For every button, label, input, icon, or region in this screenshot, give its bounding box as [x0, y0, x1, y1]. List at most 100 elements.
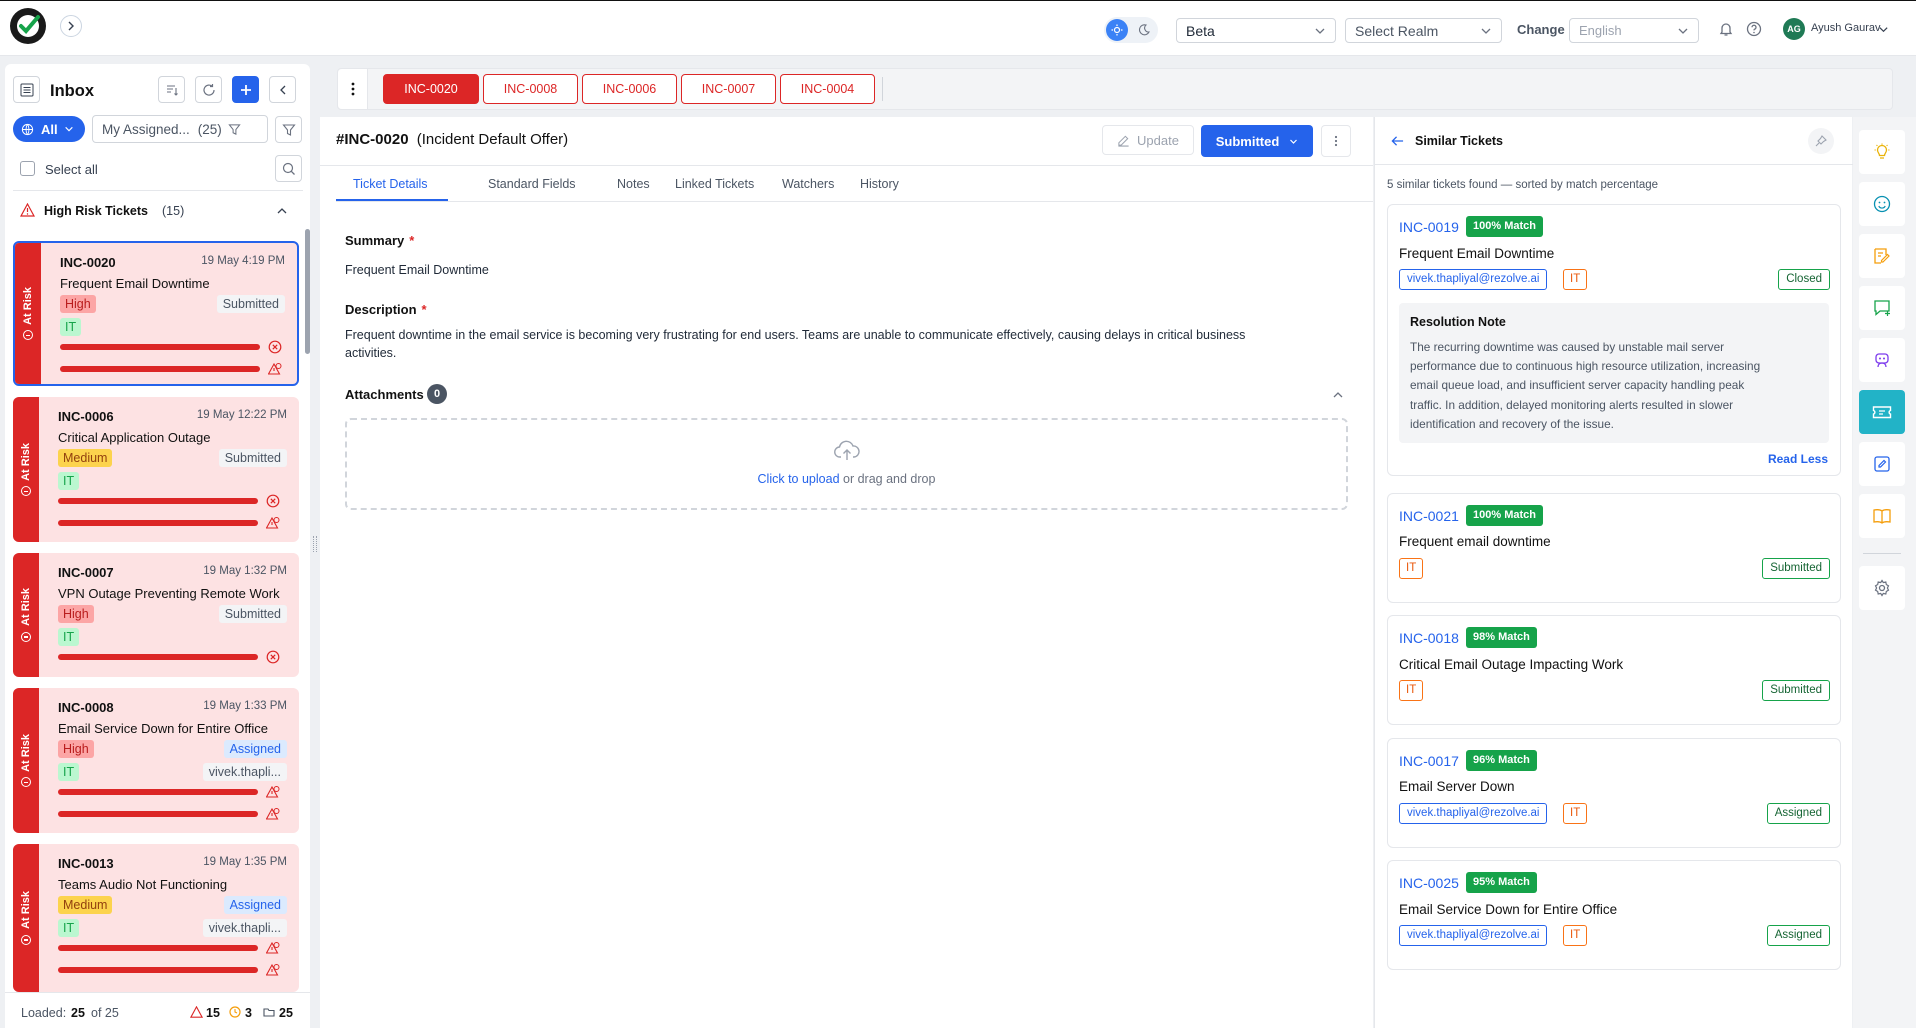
sidebar-footer: Loaded: 25 of 25 15 3 25: [5, 992, 310, 1028]
ticket-card[interactable]: At Risk INC-0008 19 May 1:33 PM Email Se…: [13, 688, 299, 833]
environment-select[interactable]: Beta: [1176, 18, 1336, 43]
filter-clear-icon: [281, 123, 296, 136]
status-dropdown-button[interactable]: Submitted: [1201, 125, 1313, 157]
similar-ticket-id[interactable]: INC-0025: [1399, 875, 1459, 891]
filter-all-label: All: [41, 121, 58, 137]
expand-nav-button[interactable]: [60, 15, 82, 37]
resolution-title: Resolution Note: [1410, 315, 1506, 329]
update-button[interactable]: Update: [1102, 125, 1194, 155]
open-tickets-tabbar: INC-0020 INC-0008 INC-0006 INC-0007 INC-…: [337, 68, 1893, 110]
user-name[interactable]: Ayush Gaurav: [1811, 22, 1881, 34]
menu-button[interactable]: [13, 76, 40, 103]
gear-icon: [1874, 579, 1890, 597]
at-risk-strip: At Risk: [13, 844, 39, 992]
similar-ticket-id[interactable]: INC-0017: [1399, 753, 1459, 769]
refresh-button[interactable]: [195, 76, 222, 103]
rail-knowledge-button[interactable]: [1859, 494, 1905, 538]
at-risk-label: At Risk: [20, 733, 32, 772]
similar-ticket-card[interactable]: INC-0025 95% Match Email Service Down fo…: [1387, 860, 1841, 970]
robot-icon: [1875, 353, 1889, 368]
similar-ticket-title: Email Service Down for Entire Office: [1399, 902, 1618, 917]
rail-insights-button[interactable]: [1859, 130, 1905, 174]
read-less-link[interactable]: Read Less: [1768, 452, 1828, 466]
bell-icon[interactable]: [1718, 21, 1734, 37]
subtab-watchers[interactable]: Watchers: [782, 177, 834, 191]
match-badge: 100% Match: [1466, 505, 1543, 526]
kebab-icon: [1334, 135, 1338, 147]
user-avatar[interactable]: AG: [1783, 18, 1805, 40]
rail-settings-button[interactable]: [1859, 566, 1905, 610]
more-actions-button[interactable]: [1321, 125, 1351, 157]
pin-button[interactable]: [1808, 128, 1834, 154]
filter-all-dropdown[interactable]: All: [13, 116, 85, 142]
select-all-checkbox[interactable]: [20, 161, 35, 176]
ticket-card[interactable]: At Risk INC-0006 19 May 12:22 PM Critica…: [13, 397, 299, 542]
upload-dropzone[interactable]: Click to upload or drag and drop: [345, 418, 1348, 510]
my-assigned-filter[interactable]: My Assigned... (25): [92, 115, 268, 143]
arrow-left-icon[interactable]: [1391, 135, 1404, 147]
similar-ticket-id[interactable]: INC-0019: [1399, 219, 1459, 235]
rail-ai-agent-button[interactable]: [1859, 338, 1905, 382]
rail-sentiment-button[interactable]: [1859, 182, 1905, 226]
ticket-date: 19 May 1:32 PM: [203, 565, 287, 577]
globe-icon: [21, 123, 34, 135]
subtab-ticket-details[interactable]: Ticket Details: [353, 177, 428, 191]
rail-notes-button[interactable]: [1859, 234, 1905, 278]
language-select[interactable]: English: [1569, 18, 1699, 43]
tab-inc-0006[interactable]: INC-0006: [582, 74, 677, 104]
chevron-down-icon[interactable]: [1878, 24, 1889, 35]
rail-similar-tickets-button[interactable]: [1859, 390, 1905, 434]
add-ticket-button[interactable]: [232, 76, 259, 103]
similar-ticket-card[interactable]: INC-0018 98% Match Critical Email Outage…: [1387, 615, 1841, 725]
rail-edit-button[interactable]: [1859, 442, 1905, 486]
loaded-total: of 25: [91, 1006, 119, 1020]
escalation-warning-icon: [266, 785, 280, 798]
help-icon[interactable]: [1746, 21, 1762, 37]
collapse-sidebar-button[interactable]: [269, 76, 296, 103]
high-risk-group-header[interactable]: High Risk Tickets (15): [20, 200, 300, 224]
app-logo[interactable]: [10, 8, 46, 44]
chevron-up-icon[interactable]: [1332, 389, 1344, 401]
search-button[interactable]: [275, 155, 302, 182]
upload-rest: or drag and drop: [843, 472, 936, 486]
category-badge: IT: [1563, 269, 1588, 290]
kebab-icon: [351, 82, 354, 96]
upload-link[interactable]: Click to upload: [758, 472, 840, 486]
ticket-card[interactable]: At Risk INC-0020 19 May 4:19 PM Frequent…: [13, 241, 299, 386]
ticket-title: Teams Audio Not Functioning: [58, 877, 228, 892]
resize-handle[interactable]: [313, 536, 317, 552]
subtab-linked-tickets[interactable]: Linked Tickets: [675, 177, 754, 191]
subtab-notes[interactable]: Notes: [617, 177, 650, 191]
attachments-label: Attachments: [345, 387, 424, 402]
tab-inc-0004[interactable]: INC-0004: [780, 74, 875, 104]
top-bar: Beta Select Realm Change English AG Ayus…: [0, 0, 1916, 56]
scrollbar-thumb[interactable]: [305, 229, 310, 354]
x-circle-icon: [266, 494, 280, 508]
chevron-down-icon: [1678, 28, 1688, 34]
sort-button[interactable]: [158, 76, 185, 103]
subtab-history[interactable]: History: [860, 177, 899, 191]
realm-placeholder: Select Realm: [1355, 22, 1439, 39]
similar-ticket-card[interactable]: INC-0017 96% Match Email Server Down viv…: [1387, 738, 1841, 848]
ticket-card[interactable]: At Risk INC-0007 19 May 1:32 PM VPN Outa…: [13, 553, 299, 677]
similar-ticket-card[interactable]: INC-0021 100% Match Frequent email downt…: [1387, 493, 1841, 603]
similar-ticket-id[interactable]: INC-0021: [1399, 508, 1459, 524]
realm-select[interactable]: Select Realm: [1345, 18, 1502, 43]
similar-ticket-card[interactable]: INC-0019 100% Match Frequent Email Downt…: [1387, 204, 1841, 476]
similar-ticket-id[interactable]: INC-0018: [1399, 630, 1459, 646]
tab-inc-0007[interactable]: INC-0007: [681, 74, 776, 104]
warning-icon: [190, 1006, 203, 1018]
category-badge: IT: [1399, 558, 1424, 579]
tab-inc-0008[interactable]: INC-0008: [483, 74, 578, 104]
sun-icon: [1106, 19, 1128, 41]
theme-toggle[interactable]: [1104, 17, 1158, 43]
resolution-text: The recurring downtime was caused by uns…: [1410, 338, 1760, 434]
ticket-card[interactable]: At Risk INC-0013 19 May 1:35 PM Teams Au…: [13, 844, 299, 992]
clear-filter-button[interactable]: [275, 116, 302, 143]
tabs-menu-button[interactable]: [338, 69, 368, 109]
priority-badge: High: [60, 295, 96, 313]
subtab-standard-fields[interactable]: Standard Fields: [488, 177, 576, 191]
rail-chat-button[interactable]: [1859, 286, 1905, 330]
match-badge: 98% Match: [1466, 627, 1537, 648]
tab-inc-0020[interactable]: INC-0020: [383, 74, 479, 104]
